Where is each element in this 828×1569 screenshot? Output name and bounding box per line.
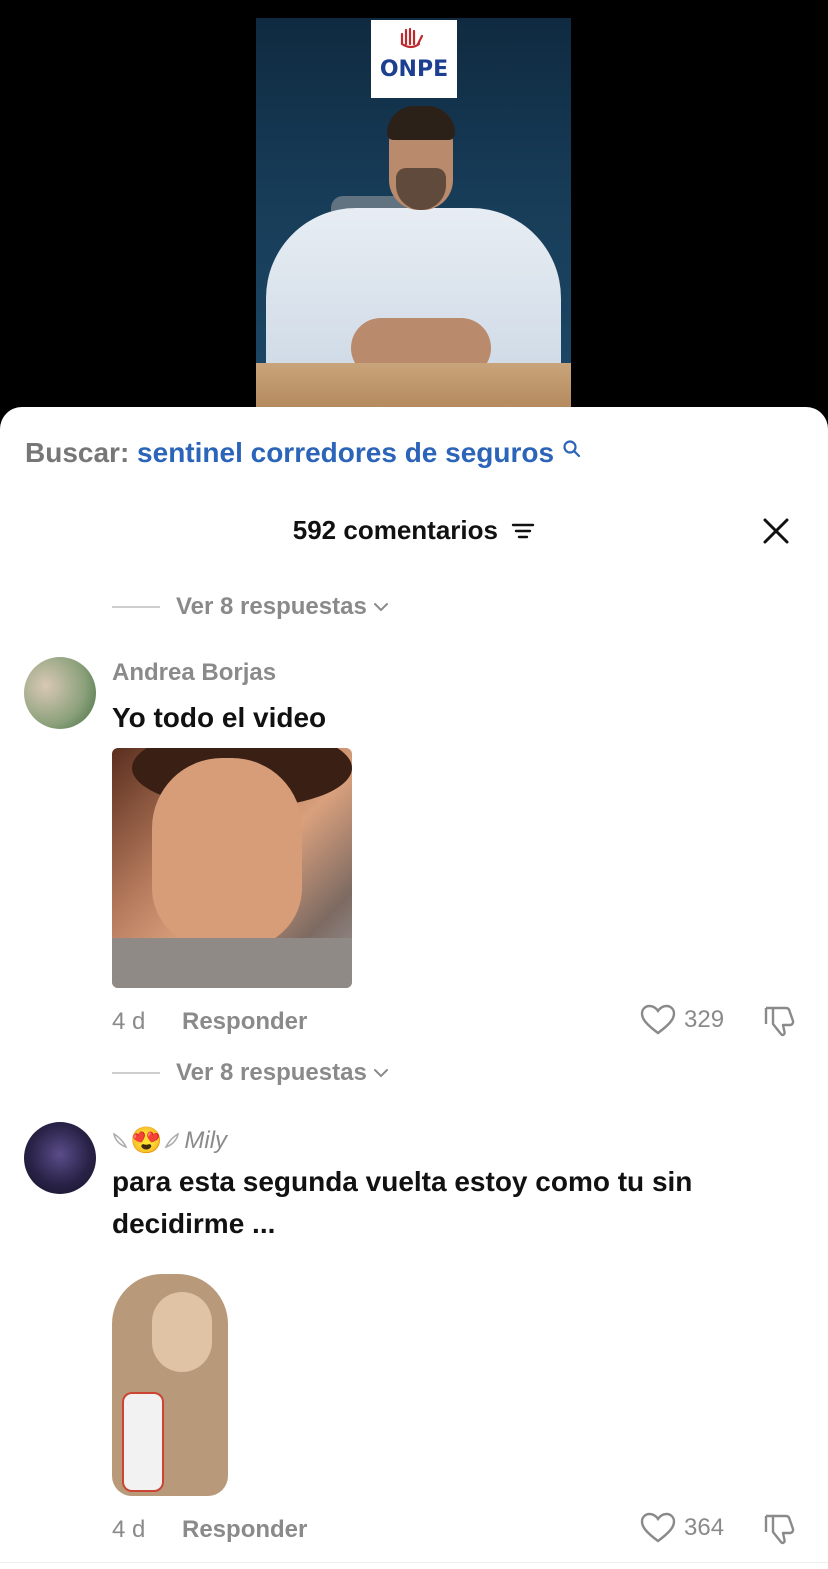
avatar[interactable] <box>24 1122 96 1194</box>
sticker-monkey-face-shape <box>152 1292 212 1372</box>
view-replies-label: Ver 8 respuestas <box>176 1059 367 1086</box>
avatar[interactable] <box>24 657 96 729</box>
emoji-heart-eyes-icon: 😍 <box>130 1125 163 1155</box>
onpe-logo-text: ONPE <box>379 57 449 82</box>
thumbs-down-icon <box>764 1006 795 1037</box>
gif-face-shape <box>152 758 302 948</box>
wing-left-icon <box>112 1132 128 1148</box>
view-replies-button[interactable]: Ver 8 respuestas <box>112 593 389 621</box>
sticker-bottle-shape <box>122 1392 164 1492</box>
view-replies-button[interactable]: Ver 8 respuestas <box>112 1059 389 1087</box>
comment-text: para esta segunda vuelta estoy como tu s… <box>112 1166 693 1239</box>
onpe-logo: ONPE <box>371 20 457 98</box>
sort-filter-icon[interactable] <box>511 521 535 541</box>
comment-age: 4 d <box>112 1516 146 1543</box>
comment-username[interactable]: 😍 Mily <box>112 1125 227 1156</box>
comment-count[interactable]: 592 comentarios <box>0 515 828 546</box>
heart-icon <box>640 1512 676 1543</box>
chevron-down-icon <box>373 1069 388 1078</box>
person-hair-shape <box>387 106 455 140</box>
comments-header: 592 comentarios <box>0 511 828 555</box>
chevron-down-icon <box>373 603 388 612</box>
close-icon[interactable] <box>762 517 790 545</box>
desk-shape <box>256 363 571 408</box>
like-count: 364 <box>684 1514 725 1541</box>
bottom-divider <box>0 1562 828 1563</box>
search-suggestion[interactable]: Buscar: sentinel corredores de seguros <box>25 437 582 469</box>
thumbs-down-icon <box>764 1514 795 1545</box>
divider <box>112 1072 160 1074</box>
reply-button[interactable]: Responder <box>182 1008 307 1036</box>
like-button[interactable]: 364 <box>640 1512 724 1544</box>
gif-shirt-shape <box>112 938 352 988</box>
comment-meta: 4 d Responder 329 <box>112 1004 802 1044</box>
comment-meta: 4 d Responder 364 <box>112 1512 802 1552</box>
dislike-button[interactable] <box>762 1512 798 1553</box>
video-frame[interactable]: ONPE <box>256 18 571 408</box>
like-count: 329 <box>684 1006 725 1033</box>
video-player[interactable]: ONPE <box>0 0 828 420</box>
comment-sticker-image[interactable] <box>112 1274 228 1496</box>
comment-count-label: 592 comentarios <box>292 515 498 545</box>
comment-text: Yo todo el video <box>112 702 327 733</box>
search-label: Buscar: <box>25 437 130 468</box>
comment-username[interactable]: Andrea Borjas <box>112 659 276 687</box>
comments-panel: Buscar: sentinel corredores de seguros 5… <box>0 407 828 1569</box>
wing-right-icon <box>164 1132 180 1148</box>
username-text: Mily <box>184 1126 228 1154</box>
divider <box>112 606 160 608</box>
view-replies-label: Ver 8 respuestas <box>176 593 367 620</box>
reply-button[interactable]: Responder <box>182 1516 307 1544</box>
heart-icon <box>640 1004 676 1035</box>
search-query-link[interactable]: sentinel corredores de seguros <box>137 437 554 468</box>
search-icon <box>563 440 580 458</box>
hand-logo-icon <box>400 27 424 49</box>
comment-gif-image[interactable] <box>112 748 352 988</box>
comment-age: 4 d <box>112 1008 146 1035</box>
like-button[interactable]: 329 <box>640 1004 724 1036</box>
dislike-button[interactable] <box>762 1004 798 1045</box>
